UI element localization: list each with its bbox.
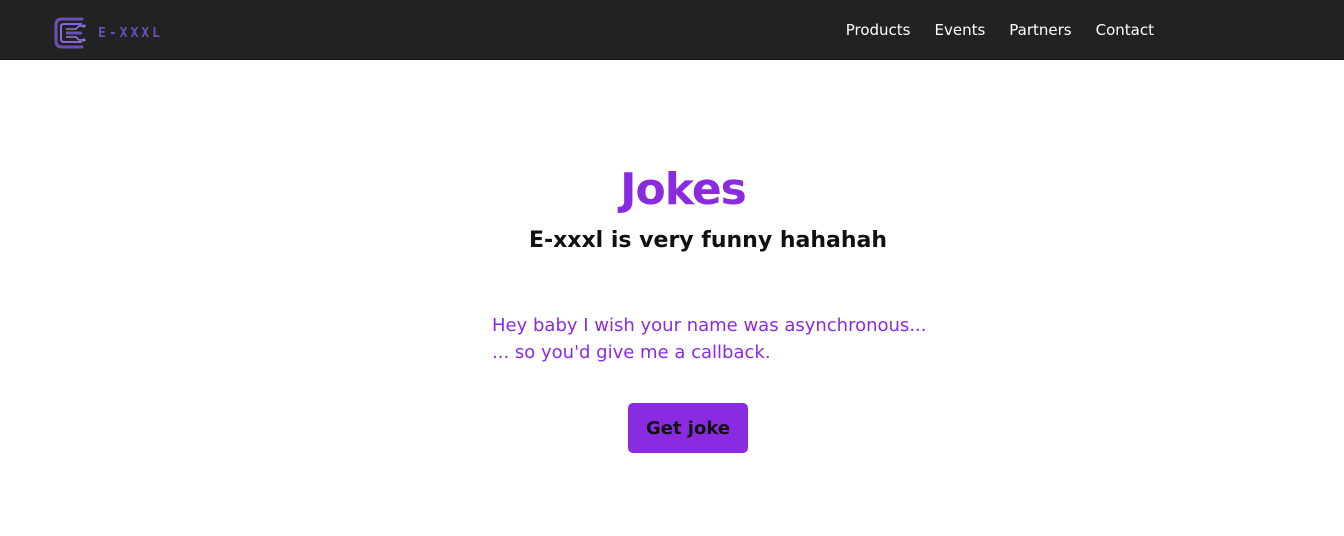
- top-navbar: E-XXXL Products Events Partners Contact: [0, 0, 1344, 60]
- circuit-e-logo-icon: [54, 17, 86, 49]
- page-title: Jokes: [620, 164, 747, 215]
- nav-link-products[interactable]: Products: [846, 21, 911, 39]
- nav-link-partners[interactable]: Partners: [1009, 21, 1071, 39]
- main-navigation: Products Events Partners Contact: [846, 0, 1154, 60]
- nav-link-contact[interactable]: Contact: [1096, 21, 1154, 39]
- page-subtitle: E-xxxl is very funny hahahah: [528, 228, 888, 253]
- joke-setup: Hey baby I wish your name was asynchrono…: [492, 315, 927, 336]
- brand-logo[interactable]: E-XXXL: [52, 14, 163, 52]
- get-joke-button[interactable]: Get joke: [628, 403, 748, 453]
- nav-link-events[interactable]: Events: [935, 21, 986, 39]
- joke-punchline: ... so you'd give me a callback.: [492, 342, 771, 363]
- brand-name: E-XXXL: [98, 25, 163, 41]
- joke-text: Hey baby I wish your name was asynchrono…: [492, 312, 926, 366]
